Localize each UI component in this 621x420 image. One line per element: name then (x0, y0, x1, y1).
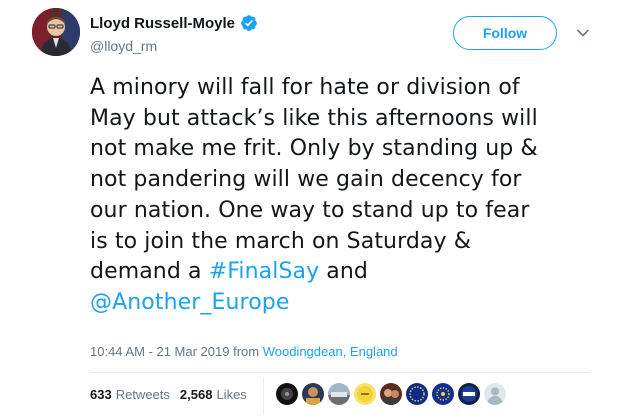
follow-button[interactable]: Follow (453, 16, 557, 50)
author-avatar[interactable] (32, 8, 80, 56)
mention-link[interactable]: @Another_Europe (90, 290, 289, 315)
author-name[interactable]: Lloyd Russell-Moyle (90, 15, 235, 32)
tweet-line: is to join the march on Saturday & (90, 228, 471, 254)
tweet-line: A minory will fall for hate or division … (90, 75, 520, 100)
liker-avatar[interactable] (354, 383, 376, 405)
avatar-image (32, 8, 80, 56)
hashtag-link[interactable]: #FinalSay (209, 259, 320, 284)
liker-avatar[interactable] (302, 383, 324, 405)
retweets-count: 633 (90, 387, 112, 402)
retweets-stat[interactable]: 633 Retweets (90, 387, 170, 402)
liker-avatar-default[interactable] (484, 383, 506, 405)
liker-avatar[interactable] (458, 383, 480, 405)
stats-separator (263, 378, 264, 414)
retweets-label: Retweets (115, 387, 170, 402)
liker-avatars (276, 383, 510, 405)
tweet-timestamp[interactable]: 10:44 AM - 21 Mar 2019 from (90, 344, 263, 359)
verified-badge-icon (240, 14, 258, 32)
liker-avatar[interactable] (432, 383, 454, 405)
tweet-line-with-hashtag: demand a #FinalSay and (90, 257, 590, 288)
liker-avatar[interactable] (328, 383, 350, 405)
liker-avatar[interactable] (380, 383, 402, 405)
divider (90, 372, 590, 373)
liker-avatar[interactable] (276, 383, 298, 405)
tweet-text: A minory will fall for hate or division … (90, 73, 590, 319)
likes-label: Likes (216, 387, 247, 402)
location-link[interactable]: Woodingdean, England (263, 344, 398, 359)
author-name-row[interactable]: Lloyd Russell-Moyle (90, 14, 258, 32)
tweet-line-with-mention: @Another_Europe (90, 288, 590, 319)
tweet-line-text: demand a (90, 259, 202, 285)
tweet-line: our nation. One way to stand up to fear (90, 197, 530, 223)
likes-stat[interactable]: 2,568 Likes (180, 387, 247, 402)
tweet-line: not pandering will we gain decency for (90, 167, 522, 193)
likes-count: 2,568 (179, 387, 213, 402)
tweet-line: May but attack’s like this afternoons wi… (90, 105, 538, 131)
tweet-line: not make me frit. Only by standing up & (90, 136, 538, 162)
tweet-meta: 10:44 AM - 21 Mar 2019 from Woodingdean,… (90, 344, 398, 359)
author-handle[interactable]: @lloyd_rm (90, 38, 157, 54)
tweet-and-text: and (319, 259, 369, 285)
chevron-down-icon[interactable] (576, 26, 590, 40)
liker-avatar[interactable] (406, 383, 428, 405)
tweet-stats: 633 Retweets 2,568 Likes (90, 387, 257, 402)
